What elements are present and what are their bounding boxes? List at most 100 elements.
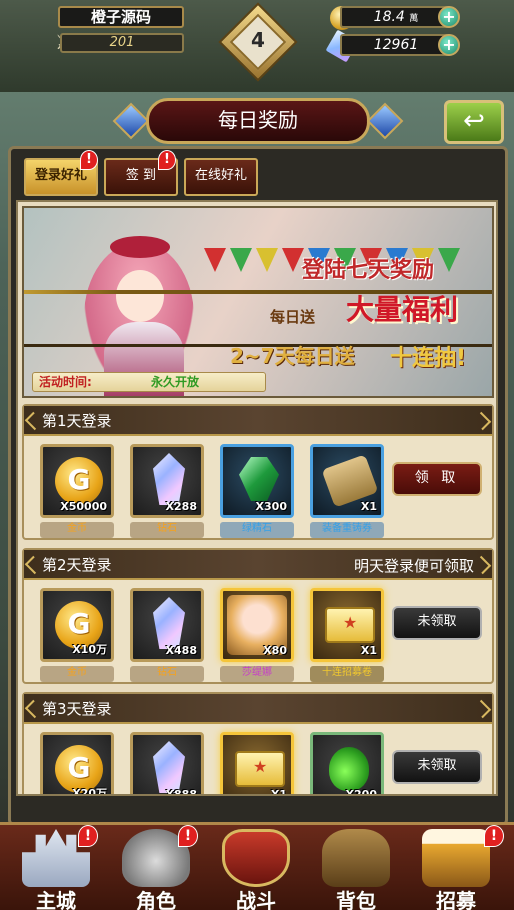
item-name: 十连招募卷 (310, 666, 384, 682)
item-name: 钻石 (130, 522, 204, 538)
tab-label: 登录好礼 (34, 168, 87, 183)
gold-coin-icon: G (55, 457, 103, 505)
day-reward-row: 第2天登录 明天登录便可领取 G X10万 金币 X488 钻石 X80 莎缇娜… (22, 548, 494, 684)
day-reward-row: 第3天登录 G X20万 X888 X1 X200 未领取 (22, 692, 494, 796)
nav-character[interactable]: 角色 ! (106, 825, 206, 910)
backpack-icon (322, 829, 390, 887)
back-button[interactable]: ↩ (444, 100, 504, 144)
day-title: 第1天登录 (42, 412, 112, 430)
bottom-nav: 主城 ! 角色 ! 战斗 背包 招募 ! (0, 822, 514, 910)
nav-label: 招募 (436, 889, 476, 910)
reward-item[interactable]: G X50000 (40, 444, 114, 518)
item-quantity: X20万 (72, 787, 107, 796)
day-header: 第2天登录 明天登录便可领取 (24, 550, 492, 580)
item-quantity: X1 (360, 500, 377, 513)
gold-value: 18.4 (373, 9, 405, 25)
diamond-crystal-icon (153, 597, 185, 649)
event-banner: 登陆七天奖励 每日送 大量福利 2~7天每日送 十连抽! 活动时间: 永久开放 (22, 206, 494, 398)
reward-item[interactable]: X1 (310, 588, 384, 662)
reward-item[interactable]: X80 (220, 588, 294, 662)
reward-item[interactable]: X288 (130, 444, 204, 518)
day-header: 第1天登录 (24, 406, 492, 436)
player-level: 4 (251, 28, 265, 52)
tab-sign-in-alert-icon: ! (158, 150, 176, 170)
item-quantity: X888 (165, 788, 197, 796)
item-quantity: X80 (263, 644, 287, 657)
nav-battle[interactable]: 战斗 (206, 825, 306, 910)
not-claimed-button[interactable]: 未领取 (392, 750, 482, 784)
event-time-label: 活动时间: (39, 375, 92, 389)
nav-label: 主城 (36, 889, 76, 910)
nav-alert-icon: ! (178, 825, 198, 847)
reward-item[interactable]: X200 (310, 732, 384, 796)
battle-shield-icon (222, 829, 290, 887)
return-arrow-icon: ↩ (463, 106, 485, 136)
item-quantity: X1 (360, 644, 377, 657)
reward-item[interactable]: X888 (130, 732, 204, 796)
reward-item[interactable]: X488 (130, 588, 204, 662)
player-name: 橙子源码 (58, 6, 184, 28)
summon-book-icon (325, 607, 375, 643)
top-hud: 橙子源码 ⚔ 201 4 18.4 萬 + 12961 + (0, 0, 514, 92)
nav-label: 角色 (136, 889, 176, 910)
nav-label: 战斗 (236, 889, 276, 910)
item-quantity: X50000 (60, 500, 107, 513)
reward-item[interactable]: G X10万 (40, 588, 114, 662)
diamond-amount: 12961 (340, 34, 452, 56)
tab-online-gift[interactable]: 在线好礼 (184, 158, 258, 196)
reward-item[interactable]: X1 (310, 444, 384, 518)
nav-recruit[interactable]: 招募 ! (406, 825, 506, 910)
nav-label: 背包 (336, 889, 376, 910)
day-reward-row: 第1天登录 G X50000 金币 X288 钻石 X300 绿精石 X1 装备… (22, 404, 494, 540)
add-diamond-button[interactable]: + (438, 34, 460, 56)
item-quantity: X488 (165, 644, 197, 657)
item-name: 绿精石 (220, 522, 294, 538)
summon-book-icon (235, 751, 285, 787)
event-time-bar: 活动时间: 永久开放 (32, 372, 266, 392)
item-name: 钻石 (130, 666, 204, 682)
nav-alert-icon: ! (78, 825, 98, 847)
item-quantity: X300 (255, 500, 287, 513)
diamond-crystal-icon (153, 453, 185, 505)
page-title: 每日奖励 (146, 98, 370, 144)
gold-amount: 18.4 萬 (340, 6, 452, 28)
gold-unit: 萬 (409, 14, 419, 24)
add-gold-button[interactable]: + (438, 6, 460, 28)
banner-days-range: 2~7天每日送 (230, 344, 355, 368)
not-claimed-button[interactable]: 未领取 (392, 606, 482, 640)
item-name: 装备重铸券 (310, 522, 384, 538)
banner-title: 登陆七天奖励 (302, 258, 435, 283)
tab-content: 登陆七天奖励 每日送 大量福利 2~7天每日送 十连抽! 活动时间: 永久开放 … (16, 200, 498, 796)
player-level-badge[interactable]: 4 (218, 2, 298, 82)
diamond-crystal-icon (153, 741, 185, 793)
combat-power: 201 (60, 33, 184, 53)
reward-item[interactable]: X1 (220, 732, 294, 796)
item-name: 金币 (40, 666, 114, 682)
item-quantity: X1 (270, 788, 287, 796)
item-quantity: X10万 (72, 643, 107, 656)
item-name: 莎缇娜 (220, 666, 294, 682)
tab-label: 在线好礼 (194, 168, 247, 183)
banner-ten-draw: 十连抽! (390, 346, 467, 371)
event-time-value: 永久开放 (151, 375, 200, 389)
nav-alert-icon: ! (484, 825, 504, 847)
reward-item[interactable]: X300 (220, 444, 294, 518)
day-title: 第2天登录 (42, 556, 112, 574)
banner-highlight: 大量福利 (346, 293, 459, 326)
claim-button[interactable]: 领 取 (392, 462, 482, 496)
green-potion-icon (329, 747, 369, 791)
day-title: 第3天登录 (42, 700, 112, 718)
emerald-icon (239, 457, 279, 501)
item-name: 金币 (40, 522, 114, 538)
nav-bag[interactable]: 背包 (306, 825, 406, 910)
diamond-value: 12961 (373, 37, 419, 53)
day-header: 第3天登录 (24, 694, 492, 724)
reward-item[interactable]: G X20万 (40, 732, 114, 796)
item-quantity: X200 (345, 788, 377, 796)
nav-main-city[interactable]: 主城 ! (6, 825, 106, 910)
banner-daily-gift: 每日送 (270, 308, 316, 326)
day-note: 明天登录便可领取 (353, 557, 474, 575)
tab-login-gift-alert-icon: ! (80, 150, 98, 170)
item-quantity: X288 (165, 500, 197, 513)
beer-mug-icon (422, 829, 490, 887)
